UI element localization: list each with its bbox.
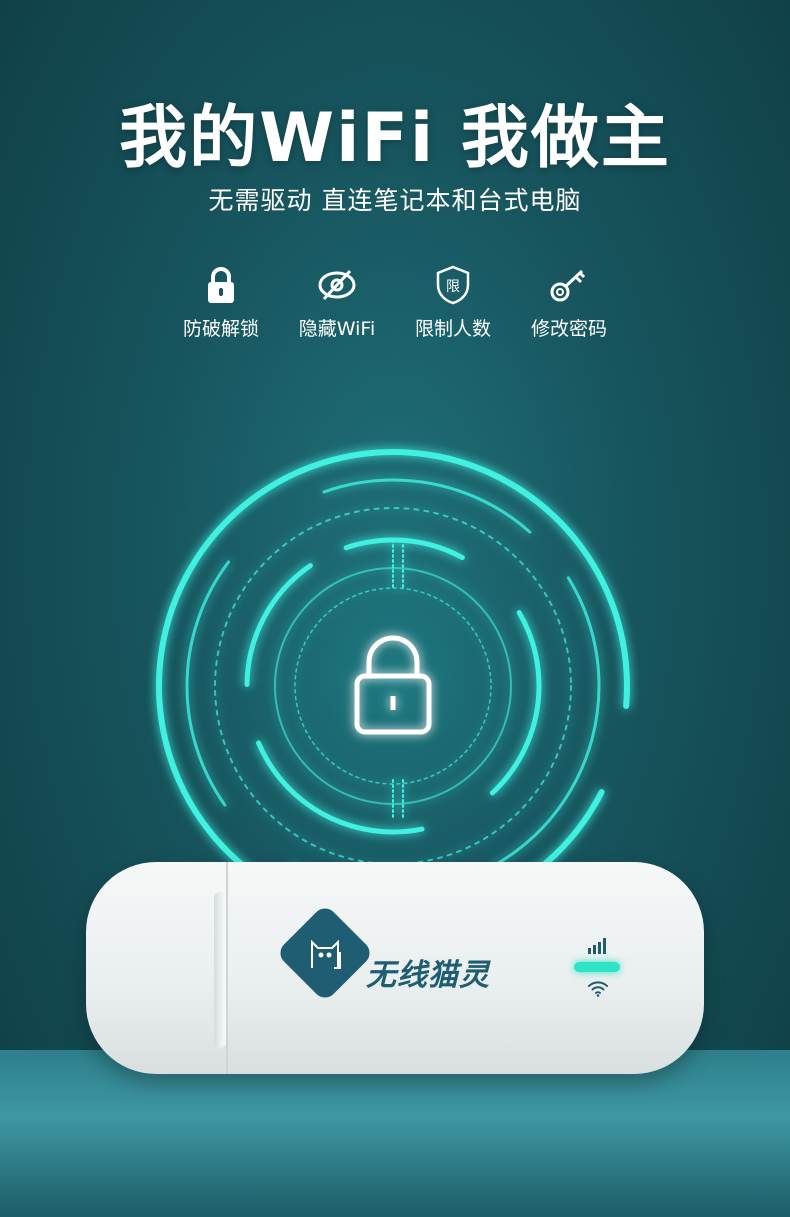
status-indicator-light bbox=[574, 962, 620, 972]
feature-limit-users: 限 限制人数 bbox=[406, 262, 500, 341]
cat-logo-icon bbox=[311, 939, 341, 969]
feature-anti-crack: 防破解锁 bbox=[174, 262, 268, 341]
signal-bars-icon bbox=[588, 938, 606, 954]
usb-wifi-dongle: 无线猫灵 bbox=[86, 862, 704, 1074]
feature-label: 隐藏WiFi bbox=[298, 318, 376, 340]
subheadline: 无需驱动 直连笔记本和台式电脑 bbox=[208, 186, 582, 215]
cap-slot bbox=[214, 892, 226, 1048]
feature-change-password: 修改密码 bbox=[522, 262, 616, 341]
feature-hide-wifi: 隐藏WiFi bbox=[290, 262, 384, 341]
shield-badge-text: 限 bbox=[446, 279, 460, 295]
hidden-eye-icon bbox=[290, 262, 384, 308]
brand-name: 无线猫灵 bbox=[366, 958, 490, 993]
headline: 我的WiFi 我做主 bbox=[119, 99, 671, 178]
security-lock-graphic bbox=[156, 448, 630, 890]
wifi-icon bbox=[588, 981, 608, 997]
feature-label: 防破解锁 bbox=[182, 318, 259, 340]
reflective-floor bbox=[0, 1050, 790, 1217]
limit-shield-icon: 限 bbox=[406, 262, 500, 308]
key-icon bbox=[522, 262, 616, 308]
feature-label: 限制人数 bbox=[414, 318, 491, 340]
feature-label: 修改密码 bbox=[530, 318, 607, 340]
cap-seam bbox=[226, 862, 228, 1074]
lock-icon bbox=[174, 262, 268, 308]
feature-list: 防破解锁 隐藏WiFi 限 限制人数 修改密码 bbox=[0, 262, 790, 341]
